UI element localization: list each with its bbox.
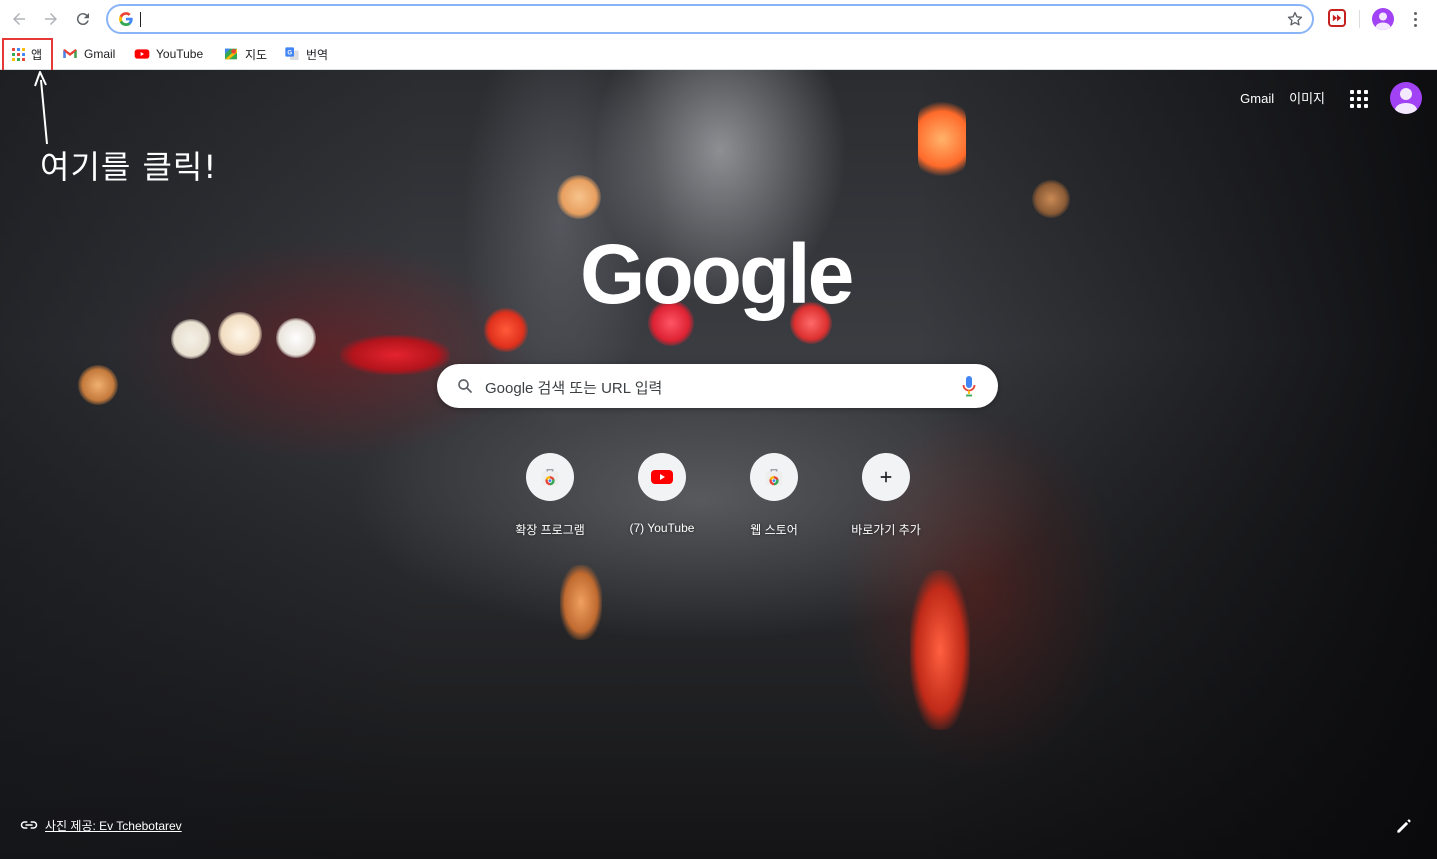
shortcut-label: 바로가기 추가: [851, 523, 921, 537]
pencil-icon[interactable]: [1394, 816, 1414, 836]
shortcut-tile[interactable]: 웹 스토어: [718, 453, 830, 543]
annotation-text: 여기를 클릭!: [40, 148, 218, 186]
shortcut-icon-circle: [638, 453, 686, 501]
bookmark-youtube[interactable]: YouTube: [134, 43, 203, 65]
maps-icon: [225, 48, 237, 60]
microphone-icon[interactable]: [961, 375, 977, 397]
bokeh-light: [78, 365, 118, 405]
chrome-webstore-icon: [541, 468, 559, 486]
shortcut-tile[interactable]: 확장 프로그램: [494, 453, 606, 543]
toolbar-divider: [1359, 10, 1360, 28]
address-bar[interactable]: [106, 4, 1314, 34]
google-logo: Google: [580, 227, 854, 321]
bookmark-gmail[interactable]: Gmail: [62, 43, 115, 65]
shortcut-tile[interactable]: 바로가기 추가: [830, 453, 942, 543]
bokeh-light: [918, 95, 966, 183]
shortcut-icon-circle: [526, 453, 574, 501]
gmail-link[interactable]: Gmail: [1240, 90, 1274, 108]
fast-forward-icon: [1332, 14, 1342, 22]
ntp-header-links: Gmail 이미지: [1240, 90, 1325, 108]
gmail-icon: [63, 49, 77, 58]
bookmark-maps[interactable]: 지도: [223, 43, 267, 65]
back-button[interactable]: [7, 7, 31, 31]
bokeh-light: [171, 319, 211, 359]
bookmark-translate[interactable]: G 번역: [284, 43, 328, 65]
shortcut-icon-circle: [750, 453, 798, 501]
account-avatar[interactable]: [1390, 82, 1422, 114]
bokeh-light: [276, 318, 316, 358]
bokeh-light: [484, 308, 528, 352]
bokeh-light: [340, 335, 450, 375]
extension-icon[interactable]: [1328, 9, 1346, 27]
google-apps-icon[interactable]: [1350, 90, 1368, 108]
search-icon: [458, 379, 472, 393]
bokeh-light: [1032, 180, 1070, 218]
chrome-webstore-icon: [765, 468, 783, 486]
text-caret: [140, 12, 141, 27]
profile-avatar-button[interactable]: [1372, 8, 1394, 30]
bokeh-light: [910, 570, 970, 730]
bookmark-label: Gmail: [84, 47, 116, 61]
shortcut-tiles: 확장 프로그램 (7) YouTube 웹 스토어 바로가기 추가: [494, 453, 942, 543]
arrow-left-icon: [13, 13, 25, 25]
bookmarks-bar: 앱 Gmail YouTube 지도 G 번역: [0, 37, 1437, 70]
search-box[interactable]: Google 검색 또는 URL 입력: [437, 364, 998, 408]
bokeh-light: [218, 312, 262, 356]
youtube-icon: [134, 49, 150, 59]
more-menu-button[interactable]: [1405, 8, 1425, 30]
plus-icon: [880, 471, 892, 483]
highlight-box: [2, 38, 53, 72]
shortcut-icon-circle: [862, 453, 910, 501]
browser-toolbar: [0, 0, 1437, 37]
bokeh-light: [560, 565, 602, 640]
bookmark-label: 번역: [306, 47, 329, 62]
images-link[interactable]: 이미지: [1289, 90, 1325, 108]
link-icon: [20, 821, 38, 829]
reload-button[interactable]: [71, 7, 95, 31]
search-placeholder: Google 검색 또는 URL 입력: [485, 380, 663, 397]
forward-button[interactable]: [39, 7, 63, 31]
person-icon: [1375, 12, 1391, 30]
person-icon: [1395, 88, 1417, 114]
google-g-icon: [119, 12, 133, 26]
svg-text:G: G: [287, 50, 292, 56]
background-shade: [0, 70, 420, 859]
arrow-right-icon: [45, 13, 57, 25]
bookmark-star-icon[interactable]: [1286, 10, 1304, 28]
photo-credit-text: 사진 제공: Ev Tchebotarev: [45, 818, 182, 833]
photo-credit-link[interactable]: 사진 제공: Ev Tchebotarev: [20, 816, 182, 834]
youtube-icon: [651, 470, 673, 484]
translate-icon: G: [285, 47, 299, 60]
shortcut-tile[interactable]: (7) YouTube: [606, 453, 718, 543]
bookmark-label: YouTube: [156, 47, 204, 61]
shortcut-label: 웹 스토어: [750, 523, 798, 537]
reload-icon: [76, 13, 89, 26]
new-tab-page: Gmail 이미지 여기를 클릭! Google Google 검색 또는 UR…: [0, 70, 1437, 859]
bookmark-label: 지도: [245, 47, 268, 62]
shortcut-label: 확장 프로그램: [515, 523, 585, 537]
annotation-arrow: [34, 71, 48, 145]
shortcut-label: (7) YouTube: [629, 521, 695, 535]
bokeh-light: [557, 175, 601, 219]
background-shade: [917, 70, 1437, 859]
